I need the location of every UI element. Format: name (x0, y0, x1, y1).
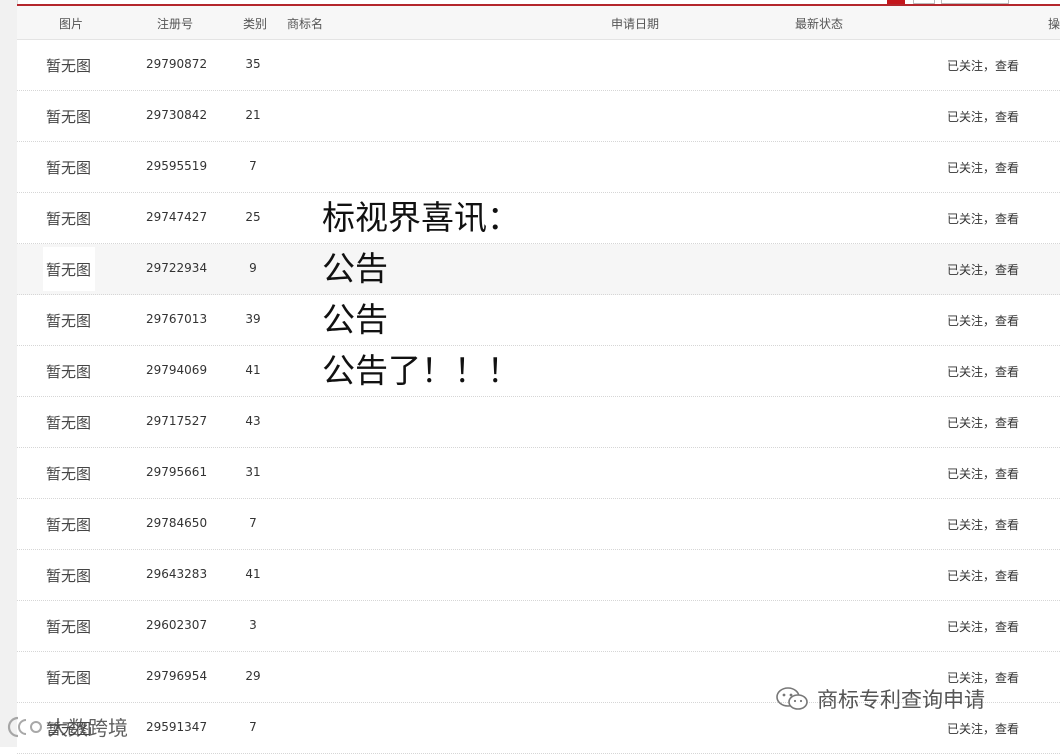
no-image-placeholder: 暂无图 (46, 465, 92, 483)
toolbar-small-box[interactable] (913, 0, 935, 4)
reg-no: 29784650 (146, 516, 208, 530)
no-image-placeholder: 暂无图 (46, 210, 92, 228)
reg-no: 29747427 (146, 210, 208, 224)
class-no: 39 (245, 312, 261, 326)
no-image-placeholder: 暂无图 (46, 618, 92, 636)
class-no: 41 (245, 363, 261, 377)
header-operation: 操 (1048, 17, 1060, 31)
reg-no: 29722934 (146, 261, 208, 275)
reg-no: 29790872 (146, 57, 208, 71)
header-class: 类别 (243, 17, 268, 31)
class-no: 7 (249, 516, 257, 530)
no-image-placeholder: 暂无图 (46, 159, 92, 177)
table-row: 暂无图 29790872 35 已关注，查看 (17, 40, 1060, 91)
toolbar-red-button[interactable] (887, 0, 905, 4)
class-no: 31 (245, 465, 261, 479)
follow-view-link[interactable]: 已关注，查看 (947, 567, 1019, 584)
header-trademark-name: 商标名 (287, 17, 324, 31)
class-no: 43 (245, 414, 261, 428)
follow-view-link[interactable]: 已关注，查看 (947, 210, 1019, 227)
table-row: 暂无图 29784650 7 已关注，查看 (17, 499, 1060, 550)
table-row: 暂无图 29730842 21 已关注，查看 (17, 91, 1060, 142)
class-no: 25 (245, 210, 261, 224)
left-edge-strip (0, 0, 18, 747)
header-image: 图片 (59, 17, 84, 31)
follow-view-link[interactable]: 已关注，查看 (947, 108, 1019, 125)
header-reg-no: 注册号 (157, 17, 194, 31)
table-row: 暂无图 29595519 7 已关注，查看 (17, 142, 1060, 193)
announcement-overlay: 标视界喜讯： 公告 公告 公告了！！！ (322, 192, 520, 396)
reg-no: 29717527 (146, 414, 208, 428)
follow-view-link[interactable]: 已关注，查看 (947, 312, 1019, 329)
reg-no: 29795661 (146, 465, 208, 479)
class-no: 21 (245, 108, 261, 122)
follow-view-link[interactable]: 已关注，查看 (947, 261, 1019, 278)
follow-view-link[interactable]: 已关注，查看 (947, 720, 1019, 737)
header-latest-status: 最新状态 (795, 17, 844, 31)
reg-no: 29796954 (146, 669, 208, 683)
announcement-line: 公告了！！！ (322, 351, 520, 390)
no-image-placeholder: 暂无图 (46, 57, 92, 75)
table-header: 图片 注册号 类别 商标名 申请日期 最新状态 操 (17, 6, 1060, 40)
no-image-placeholder: 暂无图 (46, 414, 92, 432)
wechat-icon (776, 687, 808, 710)
brand-watermark: 大数跨境 (4, 712, 128, 741)
follow-view-link[interactable]: 已关注，查看 (947, 465, 1019, 482)
reg-no: 29591347 (146, 720, 208, 734)
brand-logo-icon (7, 716, 42, 737)
announcement-line: 公告 (322, 249, 388, 288)
announcement-line: 标视界喜讯： (322, 198, 520, 237)
class-no: 3 (249, 618, 257, 632)
table-row: 暂无图 29717527 43 已关注，查看 (17, 397, 1060, 448)
no-image-placeholder: 暂无图 (46, 108, 92, 126)
class-no: 29 (245, 669, 261, 683)
trademark-table: 暂无图 29790872 35 已关注，查看 暂无图 29730842 21 已… (17, 40, 1060, 754)
class-no: 35 (245, 57, 261, 71)
follow-view-link[interactable]: 已关注，查看 (947, 414, 1019, 431)
table-row: 暂无图 29602307 3 已关注，查看 (17, 601, 1060, 652)
watermark-brand-text: 大数跨境 (48, 716, 128, 740)
table-row: 暂无图 29795661 31 已关注，查看 (17, 448, 1060, 499)
follow-view-link[interactable]: 已关注，查看 (947, 57, 1019, 74)
table-row: 暂无图 29747427 25 已关注，查看 (17, 193, 1060, 244)
watermark-text: 商标专利查询申请 (817, 688, 985, 712)
table-row: 暂无图 29767013 39 已关注，查看 (17, 295, 1060, 346)
class-no: 7 (249, 720, 257, 734)
class-no: 41 (245, 567, 261, 581)
follow-view-link[interactable]: 已关注，查看 (947, 618, 1019, 635)
no-image-placeholder: 暂无图 (46, 669, 92, 687)
reg-no: 29595519 (146, 159, 208, 173)
toolbar-input-box[interactable] (941, 0, 1009, 4)
follow-view-link[interactable]: 已关注，查看 (947, 516, 1019, 533)
table-row: 暂无图 29794069 41 已关注，查看 (17, 346, 1060, 397)
table-row: 暂无图 29643283 41 已关注，查看 (17, 550, 1060, 601)
no-image-placeholder: 暂无图 (46, 516, 92, 534)
wechat-watermark: 商标专利查询申请 (775, 684, 985, 714)
announcement-line: 公告 (322, 300, 388, 339)
class-no: 7 (249, 159, 257, 173)
class-no: 9 (249, 261, 257, 275)
no-image-placeholder: 暂无图 (46, 312, 92, 330)
follow-view-link[interactable]: 已关注，查看 (947, 363, 1019, 380)
reg-no: 29730842 (146, 108, 208, 122)
reg-no: 29794069 (146, 363, 208, 377)
reg-no: 29767013 (146, 312, 208, 326)
follow-view-link[interactable]: 已关注，查看 (947, 159, 1019, 176)
reg-no: 29602307 (146, 618, 208, 632)
table-row-hovered: 暂无图 29722934 9 已关注，查看 (17, 244, 1060, 295)
no-image-placeholder: 暂无图 (46, 261, 92, 279)
no-image-placeholder: 暂无图 (46, 363, 92, 381)
reg-no: 29643283 (146, 567, 208, 581)
no-image-placeholder: 暂无图 (46, 567, 92, 585)
header-apply-date: 申请日期 (611, 17, 660, 31)
